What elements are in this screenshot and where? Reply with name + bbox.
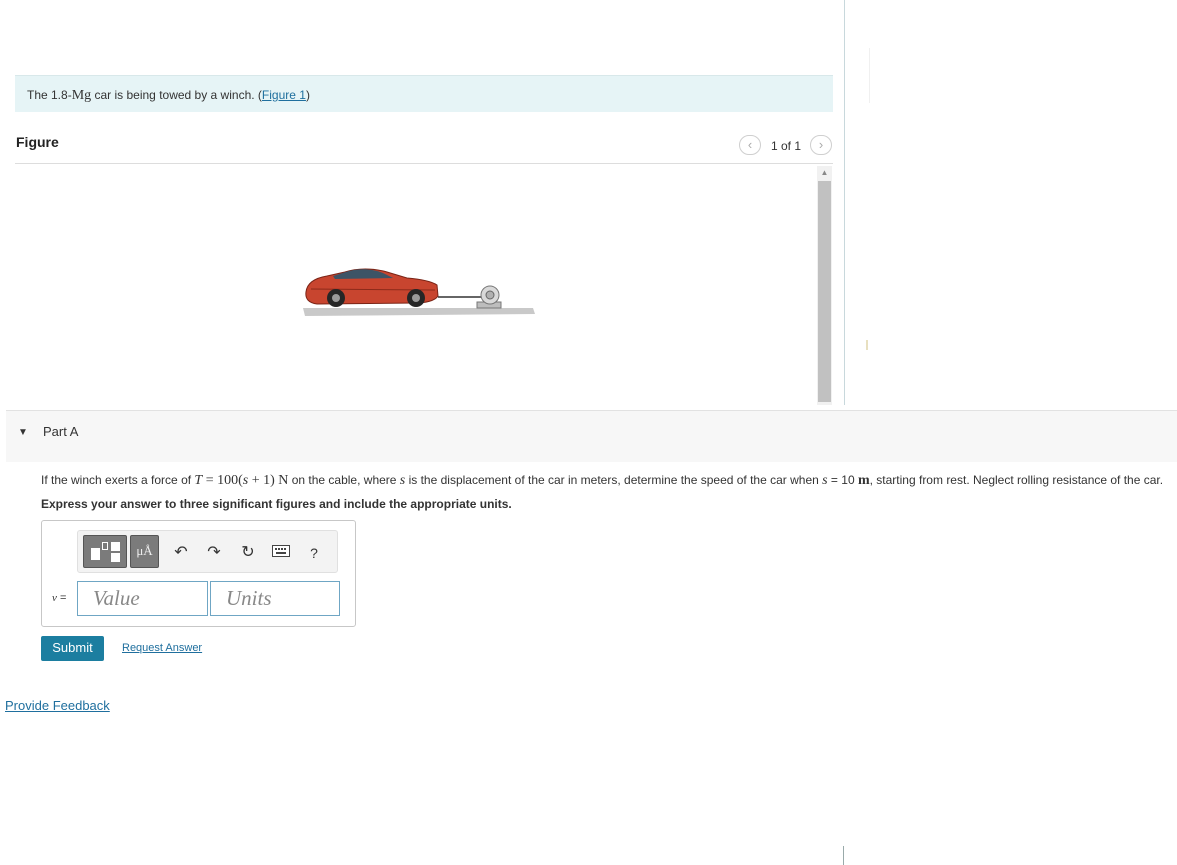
submit-button[interactable]: Submit bbox=[41, 636, 104, 661]
intro-text-before: The 1.8- bbox=[27, 88, 72, 102]
car-winch-illustration bbox=[303, 268, 535, 316]
chevron-right-icon[interactable]: › bbox=[810, 135, 832, 155]
chevron-left-icon[interactable]: ‹ bbox=[739, 135, 761, 155]
q-text-1: If the winch exerts a force of bbox=[41, 473, 195, 487]
figure-heading: Figure bbox=[16, 134, 59, 150]
q-formula-mid: = 100( bbox=[202, 473, 243, 488]
part-a-header[interactable]: ▼ Part A bbox=[6, 411, 1177, 462]
keyboard-icon[interactable] bbox=[271, 543, 291, 563]
problem-intro: The 1.8-Mg car is being towed by a winch… bbox=[15, 75, 833, 112]
scroll-up-icon[interactable]: ▲ bbox=[817, 166, 832, 180]
figure-pager: ‹ 1 of 1 › bbox=[739, 135, 833, 155]
intro-text-close: ) bbox=[305, 88, 310, 102]
units-input[interactable]: Units bbox=[210, 581, 340, 616]
figure-link[interactable]: Figure 1 bbox=[262, 88, 306, 102]
q-unit-m: m bbox=[857, 473, 870, 488]
question-text: If the winch exerts a force of T = 100(s… bbox=[41, 473, 1171, 489]
equals-sign: = bbox=[56, 592, 67, 604]
figure-counter: 1 of 1 bbox=[771, 139, 802, 153]
part-title: Part A bbox=[43, 424, 79, 439]
q-text-4: = 10 bbox=[827, 473, 858, 487]
q-text-2: on the cable, where bbox=[288, 473, 400, 487]
side-mark-top bbox=[869, 48, 870, 103]
panel-divider-bottom bbox=[843, 846, 844, 865]
caret-down-icon[interactable]: ▼ bbox=[18, 427, 28, 438]
q-formula-end: + 1) N bbox=[248, 473, 289, 488]
q-text-3: is the displacement of the car in meters… bbox=[405, 473, 823, 487]
provide-feedback-link[interactable]: Provide Feedback bbox=[5, 698, 110, 713]
math-toolbar: μÅ ↶ ↷ ↻ ? bbox=[77, 530, 338, 573]
answer-instruction: Express your answer to three significant… bbox=[41, 497, 512, 511]
help-button[interactable]: ? bbox=[304, 543, 324, 563]
panel-divider bbox=[844, 0, 845, 405]
scrollbar-thumb[interactable] bbox=[818, 181, 831, 402]
templates-icon[interactable] bbox=[83, 535, 127, 568]
figure-panel bbox=[15, 164, 815, 404]
ground-slab bbox=[303, 308, 535, 316]
answer-box: μÅ ↶ ↷ ↻ ? v = Value Units bbox=[41, 520, 356, 627]
q-text-5: , starting from rest. Neglect rolling re… bbox=[869, 473, 1164, 487]
undo-icon[interactable]: ↶ bbox=[171, 543, 191, 563]
reset-icon[interactable]: ↻ bbox=[238, 543, 258, 563]
answer-variable-label: v = bbox=[52, 592, 66, 604]
redo-icon[interactable]: ↷ bbox=[204, 543, 224, 563]
intro-unit: Mg bbox=[71, 88, 92, 103]
value-input[interactable]: Value bbox=[77, 581, 208, 616]
intro-text-after: car is being towed by a winch. ( bbox=[91, 88, 262, 102]
request-answer-link[interactable]: Request Answer bbox=[122, 642, 202, 654]
side-mark bbox=[866, 340, 868, 350]
units-symbols-button[interactable]: μÅ bbox=[130, 535, 159, 568]
